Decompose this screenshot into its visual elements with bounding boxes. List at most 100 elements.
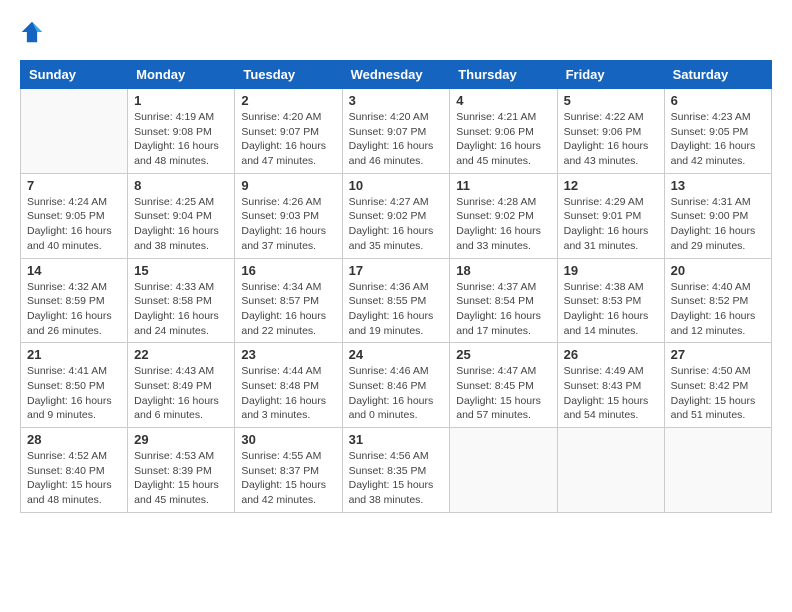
calendar-cell: 9 Sunrise: 4:26 AM Sunset: 9:03 PM Daylig… <box>235 173 342 258</box>
calendar-cell: 19 Sunrise: 4:38 AM Sunset: 8:53 PM Dayli… <box>557 258 664 343</box>
day-number: 23 <box>241 347 335 362</box>
day-number: 18 <box>456 263 550 278</box>
day-number: 30 <box>241 432 335 447</box>
calendar-cell: 2 Sunrise: 4:20 AM Sunset: 9:07 PM Daylig… <box>235 89 342 174</box>
day-number: 15 <box>134 263 228 278</box>
day-info: Sunrise: 4:20 AM Sunset: 9:07 PM Dayligh… <box>241 110 335 169</box>
day-number: 16 <box>241 263 335 278</box>
calendar-cell: 25 Sunrise: 4:47 AM Sunset: 8:45 PM Dayli… <box>450 343 557 428</box>
weekday-header-sunday: Sunday <box>21 61 128 89</box>
calendar-cell: 16 Sunrise: 4:34 AM Sunset: 8:57 PM Dayli… <box>235 258 342 343</box>
day-info: Sunrise: 4:28 AM Sunset: 9:02 PM Dayligh… <box>456 195 550 254</box>
day-info: Sunrise: 4:36 AM Sunset: 8:55 PM Dayligh… <box>349 280 444 339</box>
weekday-header-tuesday: Tuesday <box>235 61 342 89</box>
day-info: Sunrise: 4:32 AM Sunset: 8:59 PM Dayligh… <box>27 280 121 339</box>
day-info: Sunrise: 4:23 AM Sunset: 9:05 PM Dayligh… <box>671 110 765 169</box>
calendar-cell <box>557 428 664 513</box>
calendar-cell: 1 Sunrise: 4:19 AM Sunset: 9:08 PM Daylig… <box>128 89 235 174</box>
day-info: Sunrise: 4:24 AM Sunset: 9:05 PM Dayligh… <box>27 195 121 254</box>
calendar-cell: 20 Sunrise: 4:40 AM Sunset: 8:52 PM Dayli… <box>664 258 771 343</box>
calendar-cell: 18Sunrise: 4:37 AM Sunset: 8:54 PM Dayli… <box>450 258 557 343</box>
day-number: 27 <box>671 347 765 362</box>
day-number: 4 <box>456 93 550 108</box>
calendar-week-row: 7 Sunrise: 4:24 AM Sunset: 9:05 PM Daylig… <box>21 173 772 258</box>
day-number: 29 <box>134 432 228 447</box>
calendar-week-row: 14 Sunrise: 4:32 AM Sunset: 8:59 PM Dayli… <box>21 258 772 343</box>
calendar-cell: 26 Sunrise: 4:49 AM Sunset: 8:43 PM Dayli… <box>557 343 664 428</box>
calendar-cell: 28 Sunrise: 4:52 AM Sunset: 8:40 PM Dayli… <box>21 428 128 513</box>
day-info: Sunrise: 4:50 AM Sunset: 8:42 PM Dayligh… <box>671 364 765 423</box>
calendar-week-row: 21 Sunrise: 4:41 AM Sunset: 8:50 PM Dayli… <box>21 343 772 428</box>
calendar-week-row: 1 Sunrise: 4:19 AM Sunset: 9:08 PM Daylig… <box>21 89 772 174</box>
calendar-cell <box>21 89 128 174</box>
day-number: 19 <box>564 263 658 278</box>
day-info: Sunrise: 4:46 AM Sunset: 8:46 PM Dayligh… <box>349 364 444 423</box>
page-header <box>20 20 772 44</box>
weekday-header-wednesday: Wednesday <box>342 61 450 89</box>
day-info: Sunrise: 4:21 AM Sunset: 9:06 PM Dayligh… <box>456 110 550 169</box>
calendar-cell: 23 Sunrise: 4:44 AM Sunset: 8:48 PM Dayli… <box>235 343 342 428</box>
day-number: 2 <box>241 93 335 108</box>
day-number: 22 <box>134 347 228 362</box>
day-number: 13 <box>671 178 765 193</box>
calendar-cell <box>450 428 557 513</box>
day-number: 28 <box>27 432 121 447</box>
day-number: 9 <box>241 178 335 193</box>
calendar-cell: 10Sunrise: 4:27 AM Sunset: 9:02 PM Dayli… <box>342 173 450 258</box>
day-info: Sunrise: 4:29 AM Sunset: 9:01 PM Dayligh… <box>564 195 658 254</box>
weekday-header-row: SundayMondayTuesdayWednesdayThursdayFrid… <box>21 61 772 89</box>
calendar-cell: 14 Sunrise: 4:32 AM Sunset: 8:59 PM Dayli… <box>21 258 128 343</box>
day-info: Sunrise: 4:44 AM Sunset: 8:48 PM Dayligh… <box>241 364 335 423</box>
day-number: 31 <box>349 432 444 447</box>
day-info: Sunrise: 4:47 AM Sunset: 8:45 PM Dayligh… <box>456 364 550 423</box>
day-number: 26 <box>564 347 658 362</box>
calendar-cell: 8Sunrise: 4:25 AM Sunset: 9:04 PM Daylig… <box>128 173 235 258</box>
day-number: 12 <box>564 178 658 193</box>
day-info: Sunrise: 4:56 AM Sunset: 8:35 PM Dayligh… <box>349 449 444 508</box>
day-info: Sunrise: 4:40 AM Sunset: 8:52 PM Dayligh… <box>671 280 765 339</box>
day-info: Sunrise: 4:53 AM Sunset: 8:39 PM Dayligh… <box>134 449 228 508</box>
day-number: 17 <box>349 263 444 278</box>
calendar-cell: 24 Sunrise: 4:46 AM Sunset: 8:46 PM Dayli… <box>342 343 450 428</box>
day-info: Sunrise: 4:25 AM Sunset: 9:04 PM Dayligh… <box>134 195 228 254</box>
day-number: 14 <box>27 263 121 278</box>
calendar-table: SundayMondayTuesdayWednesdayThursdayFrid… <box>20 60 772 513</box>
calendar-cell: 7 Sunrise: 4:24 AM Sunset: 9:05 PM Daylig… <box>21 173 128 258</box>
weekday-header-friday: Friday <box>557 61 664 89</box>
day-number: 10 <box>349 178 444 193</box>
day-number: 24 <box>349 347 444 362</box>
day-number: 1 <box>134 93 228 108</box>
logo <box>20 20 48 44</box>
logo-icon <box>20 20 44 44</box>
calendar-cell: 12 Sunrise: 4:29 AM Sunset: 9:01 PM Dayli… <box>557 173 664 258</box>
day-info: Sunrise: 4:20 AM Sunset: 9:07 PM Dayligh… <box>349 110 444 169</box>
day-number: 20 <box>671 263 765 278</box>
calendar-cell: 6 Sunrise: 4:23 AM Sunset: 9:05 PM Daylig… <box>664 89 771 174</box>
day-number: 21 <box>27 347 121 362</box>
day-info: Sunrise: 4:33 AM Sunset: 8:58 PM Dayligh… <box>134 280 228 339</box>
calendar-cell: 4 Sunrise: 4:21 AM Sunset: 9:06 PM Daylig… <box>450 89 557 174</box>
day-info: Sunrise: 4:41 AM Sunset: 8:50 PM Dayligh… <box>27 364 121 423</box>
day-info: Sunrise: 4:52 AM Sunset: 8:40 PM Dayligh… <box>27 449 121 508</box>
day-number: 7 <box>27 178 121 193</box>
calendar-cell: 3 Sunrise: 4:20 AM Sunset: 9:07 PM Daylig… <box>342 89 450 174</box>
calendar-cell: 15 Sunrise: 4:33 AM Sunset: 8:58 PM Dayli… <box>128 258 235 343</box>
day-number: 11 <box>456 178 550 193</box>
day-number: 5 <box>564 93 658 108</box>
day-info: Sunrise: 4:38 AM Sunset: 8:53 PM Dayligh… <box>564 280 658 339</box>
day-info: Sunrise: 4:19 AM Sunset: 9:08 PM Dayligh… <box>134 110 228 169</box>
day-number: 3 <box>349 93 444 108</box>
day-info: Sunrise: 4:49 AM Sunset: 8:43 PM Dayligh… <box>564 364 658 423</box>
calendar-cell: 29 Sunrise: 4:53 AM Sunset: 8:39 PM Dayli… <box>128 428 235 513</box>
day-info: Sunrise: 4:55 AM Sunset: 8:37 PM Dayligh… <box>241 449 335 508</box>
day-number: 6 <box>671 93 765 108</box>
calendar-cell: 21 Sunrise: 4:41 AM Sunset: 8:50 PM Dayli… <box>21 343 128 428</box>
day-info: Sunrise: 4:22 AM Sunset: 9:06 PM Dayligh… <box>564 110 658 169</box>
day-number: 25 <box>456 347 550 362</box>
day-info: Sunrise: 4:34 AM Sunset: 8:57 PM Dayligh… <box>241 280 335 339</box>
calendar-cell: 11 Sunrise: 4:28 AM Sunset: 9:02 PM Dayli… <box>450 173 557 258</box>
weekday-header-monday: Monday <box>128 61 235 89</box>
day-info: Sunrise: 4:26 AM Sunset: 9:03 PM Dayligh… <box>241 195 335 254</box>
day-info: Sunrise: 4:43 AM Sunset: 8:49 PM Dayligh… <box>134 364 228 423</box>
calendar-cell: 30 Sunrise: 4:55 AM Sunset: 8:37 PM Dayli… <box>235 428 342 513</box>
